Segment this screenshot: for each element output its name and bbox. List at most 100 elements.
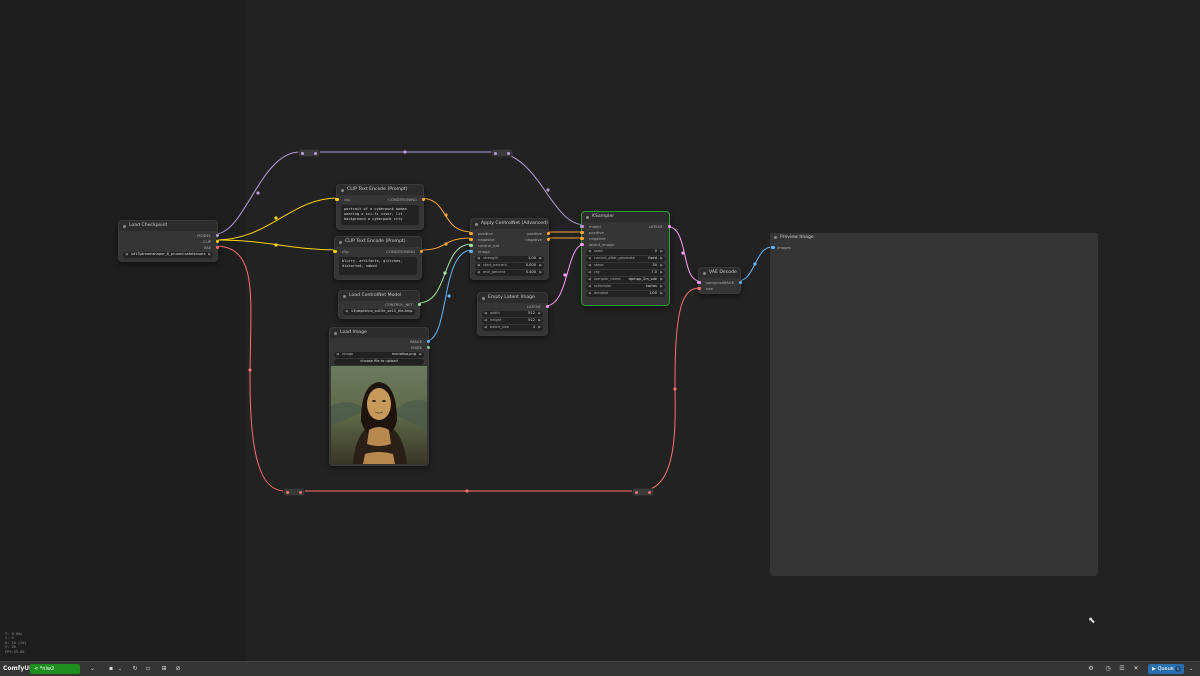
reroute-model-2[interactable] xyxy=(491,149,513,157)
output-clip-dot[interactable] xyxy=(215,239,219,243)
upload-button[interactable]: choose file to upload xyxy=(334,359,424,365)
workflow-tab[interactable]: ⋖ *nlw2 xyxy=(30,664,80,674)
combo-left-arrow-icon[interactable]: ◀ xyxy=(336,352,339,358)
list-icon[interactable]: ☰ xyxy=(1117,664,1127,674)
block-icon[interactable]: ⊘ xyxy=(173,664,183,674)
reroute-model-1[interactable] xyxy=(298,149,320,157)
image-combo[interactable]: ◀ image monalisa.png ▶ xyxy=(334,352,424,358)
reroute-vae-1[interactable] xyxy=(283,488,305,496)
input-clip-dot[interactable] xyxy=(335,197,339,201)
increment-icon[interactable]: ▶ xyxy=(539,263,542,269)
node-title[interactable]: Load Checkpoint xyxy=(119,221,217,231)
seed-widget[interactable]: ◀ seed 0 ▶ xyxy=(586,249,665,255)
prompt-textarea[interactable]: blurry, artifacts, glitches, distorted, … xyxy=(339,257,417,275)
steps-widget[interactable]: ◀ steps 30 ▶ xyxy=(586,263,665,269)
output-image-dot[interactable] xyxy=(738,280,742,284)
input-control-net-dot[interactable] xyxy=(469,243,473,247)
increment-icon[interactable]: ▶ xyxy=(660,249,663,255)
node-title[interactable]: CLIP Text Encode (Prompt) xyxy=(335,237,421,247)
node-load-controlnet[interactable]: Load ControlNet Model CONTROL_NET ◀ v3\d… xyxy=(338,290,421,319)
input-vae-dot[interactable] xyxy=(697,286,701,290)
combo-right-arrow-icon[interactable]: ▶ xyxy=(660,256,663,262)
history-icon[interactable]: ◷ xyxy=(1103,664,1113,674)
combo-right-arrow-icon[interactable]: ▶ xyxy=(660,284,663,290)
app-logo[interactable]: ComfyUI xyxy=(3,664,31,674)
combo-left-arrow-icon[interactable]: ◀ xyxy=(125,252,128,258)
decrement-icon[interactable]: ◀ xyxy=(477,263,480,269)
end-percent-widget[interactable]: ◀ end_percent 0.400 ▶ xyxy=(475,270,544,276)
decrement-icon[interactable]: ◀ xyxy=(588,270,591,276)
output-latent-dot[interactable] xyxy=(545,304,549,308)
node-apply-controlnet[interactable]: Apply ControlNet (Advanced) positive neg… xyxy=(469,218,550,280)
prompt-textarea[interactable]: portrait of a cyberpunk woman wearing a … xyxy=(341,205,419,225)
output-latent-dot[interactable] xyxy=(667,224,671,228)
input-positive-dot[interactable] xyxy=(580,230,584,234)
output-negative-dot[interactable] xyxy=(546,237,550,241)
increment-icon[interactable]: ▶ xyxy=(538,318,541,324)
increment-icon[interactable]: ▶ xyxy=(660,291,663,297)
output-vae-dot[interactable] xyxy=(215,245,219,249)
batch-size-widget[interactable]: ◀ batch_size 4 ▶ xyxy=(482,325,543,331)
increment-icon[interactable]: ▶ xyxy=(660,263,663,269)
reroute-vae-2[interactable] xyxy=(632,488,654,496)
combo-left-arrow-icon[interactable]: ◀ xyxy=(588,256,591,262)
combo-left-arrow-icon[interactable]: ◀ xyxy=(588,277,591,283)
decrement-icon[interactable]: ◀ xyxy=(484,318,487,324)
refresh-icon[interactable]: ↻ xyxy=(130,664,140,674)
node-vae-decode[interactable]: VAE Decode samples vae IMAGE xyxy=(697,267,742,294)
control-net-name-combo[interactable]: ◀ v3\depth\ne_sd15e_sd15_tile.bin ▶ xyxy=(343,309,415,315)
node-title[interactable]: Apply ControlNet (Advanced) xyxy=(471,219,548,229)
node-clip-text-encode-positive[interactable]: CLIP Text Encode (Prompt) clip CONDITION… xyxy=(335,184,425,230)
output-conditioning-dot[interactable] xyxy=(421,197,425,201)
scheduler-widget[interactable]: ◀ scheduler karras ▶ xyxy=(586,284,665,290)
start-percent-widget[interactable]: ◀ start_percent 0.000 ▶ xyxy=(475,263,544,269)
decrement-icon[interactable]: ◀ xyxy=(477,270,480,276)
control-after-generate-widget[interactable]: ◀ control_after_generate fixed ▶ xyxy=(586,256,665,262)
decrement-icon[interactable]: ◀ xyxy=(588,291,591,297)
strength-widget[interactable]: ◀ strength 1.00 ▶ xyxy=(475,256,544,262)
node-load-image[interactable]: Load Image IMAGE MASK ◀ image monalisa.p… xyxy=(329,327,430,466)
workflow-dropdown-chevron-down-icon[interactable]: ⌄ xyxy=(90,664,95,674)
save-dropdown-chevron-down-icon[interactable]: ⌄ xyxy=(115,664,125,674)
increment-icon[interactable]: ▶ xyxy=(660,270,663,276)
output-image-dot[interactable] xyxy=(426,339,430,343)
input-positive-dot[interactable] xyxy=(469,231,473,235)
input-clip-dot[interactable] xyxy=(333,249,337,253)
node-preview-image[interactable]: Preview Image images xyxy=(770,233,1098,576)
width-widget[interactable]: ◀ width 512 ▶ xyxy=(482,311,543,317)
decrement-icon[interactable]: ◀ xyxy=(588,249,591,255)
node-ksampler[interactable]: KSampler model positive negative latent_… xyxy=(580,211,671,306)
output-control-net-dot[interactable] xyxy=(417,302,421,306)
input-latent-image-dot[interactable] xyxy=(580,242,584,246)
grid-icon[interactable]: ⊞ xyxy=(159,664,169,674)
input-model-dot[interactable] xyxy=(580,224,584,228)
gear-icon[interactable]: ⚙ xyxy=(1086,664,1096,674)
increment-icon[interactable]: ▶ xyxy=(539,270,542,276)
node-title[interactable]: Load ControlNet Model xyxy=(339,291,419,301)
node-title[interactable]: Preview Image xyxy=(770,233,1098,242)
increment-icon[interactable]: ▶ xyxy=(539,256,542,262)
combo-right-arrow-icon[interactable]: ▶ xyxy=(660,277,663,283)
decrement-icon[interactable]: ◀ xyxy=(588,263,591,269)
node-title[interactable]: CLIP Text Encode (Prompt) xyxy=(337,185,423,195)
input-samples-dot[interactable] xyxy=(697,280,701,284)
node-graph-canvas[interactable]: Load Checkpoint MODEL CLIP VAE ◀ sd15\dr… xyxy=(0,0,1200,661)
output-conditioning-dot[interactable] xyxy=(419,249,423,253)
increment-icon[interactable]: ▶ xyxy=(538,325,541,331)
input-images-dot[interactable] xyxy=(771,245,775,249)
input-negative-dot[interactable] xyxy=(580,236,584,240)
output-model-dot[interactable] xyxy=(215,233,219,237)
node-title[interactable]: Empty Latent Image xyxy=(478,293,547,303)
node-title[interactable]: VAE Decode xyxy=(699,268,740,278)
height-widget[interactable]: ◀ height 512 ▶ xyxy=(482,318,543,324)
ckpt-name-combo[interactable]: ◀ sd15\dreamshaper_8_pruned.safetensors … xyxy=(123,252,213,258)
node-title[interactable]: Load Image xyxy=(330,328,428,338)
output-positive-dot[interactable] xyxy=(546,231,550,235)
queue-dropdown-chevron-down-icon[interactable]: ⌄ xyxy=(1186,664,1196,674)
decrement-icon[interactable]: ◀ xyxy=(484,325,487,331)
denoise-widget[interactable]: ◀ denoise 1.00 ▶ xyxy=(586,291,665,297)
cfg-widget[interactable]: ◀ cfg 7.0 ▶ xyxy=(586,270,665,276)
increment-icon[interactable]: ▶ xyxy=(538,311,541,317)
node-load-checkpoint[interactable]: Load Checkpoint MODEL CLIP VAE ◀ sd15\dr… xyxy=(118,220,219,262)
combo-left-arrow-icon[interactable]: ◀ xyxy=(588,284,591,290)
